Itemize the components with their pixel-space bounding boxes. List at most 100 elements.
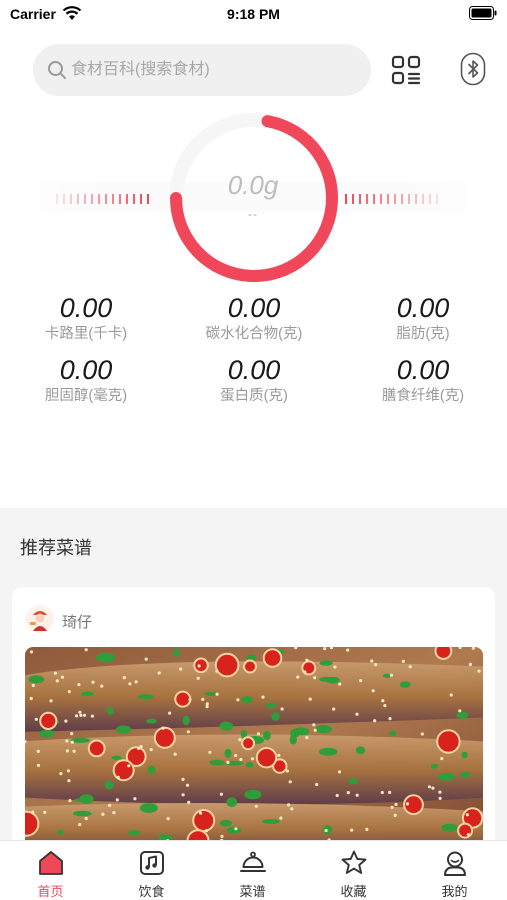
chili-slice [193, 657, 209, 674]
sesame-seed [365, 827, 369, 831]
sesame-seed [36, 763, 41, 767]
nutrition-calories: 0.00 卡路里(千卡) [6, 292, 166, 343]
sesame-seed [239, 757, 243, 762]
sesame-seed [112, 811, 116, 815]
sesame-seed [219, 792, 223, 796]
sesame-seed [205, 702, 209, 706]
scallion-piece [28, 675, 45, 684]
sesame-seed [149, 748, 153, 752]
scallion-piece [245, 762, 254, 768]
nutrition-value: 0.00 [59, 355, 113, 385]
sesame-seed [70, 732, 74, 736]
chili-slice [87, 739, 106, 758]
sesame-seed [313, 728, 317, 732]
sesame-seed [405, 802, 410, 806]
tab-profile[interactable]: 我的 [404, 841, 505, 900]
sesame-seed [308, 697, 312, 701]
author-name: 琦仔 [62, 614, 93, 631]
scallion-piece [438, 772, 455, 782]
scallion-piece [219, 819, 233, 827]
sesame-seed [67, 690, 71, 694]
nutrition-value: 0.00 [227, 355, 281, 385]
scallion-piece [355, 746, 366, 755]
author-avatar[interactable] [26, 605, 54, 633]
nutrition-value: 0.00 [59, 293, 113, 323]
sesame-seed [197, 664, 201, 668]
sesame-seed [199, 811, 203, 815]
scallion-piece [318, 747, 338, 756]
scallion-piece [348, 778, 359, 785]
search-bar[interactable] [33, 44, 371, 96]
nutrition-fiber: 0.00 膳食纤维(克) [343, 354, 503, 405]
recipe-photo[interactable] [25, 647, 483, 850]
sesame-seed [53, 671, 57, 675]
sesame-seed [78, 710, 82, 714]
sesame-seed [346, 791, 350, 795]
sesame-seed [323, 647, 327, 651]
nutrition-label: 脂肪(克) [396, 326, 450, 342]
sesame-seed [220, 834, 224, 838]
tab-recipes[interactable]: 菜谱 [202, 841, 303, 900]
sesame-seed [305, 736, 309, 740]
scallion-piece [115, 725, 132, 734]
chili-slice [153, 726, 176, 749]
bluetooth-icon[interactable] [458, 52, 488, 86]
profile-icon [444, 851, 466, 876]
sesame-seed [355, 712, 359, 716]
sesame-seed [127, 764, 131, 768]
battery-icon [469, 6, 497, 20]
sesame-seed [67, 779, 71, 783]
sesame-seed [438, 796, 442, 800]
sesame-seed [77, 683, 81, 687]
sesame-seed [359, 679, 363, 683]
scallion-piece [146, 718, 157, 724]
search-input[interactable] [71, 44, 351, 96]
sesame-seed [186, 730, 190, 734]
sesame-seed [65, 739, 69, 743]
sesame-seed [72, 749, 76, 753]
tab-home[interactable]: 首页 [0, 841, 101, 900]
sesame-seed [335, 793, 339, 798]
sesame-seed [188, 698, 192, 702]
scallion-piece [111, 755, 122, 760]
scallion-piece [461, 751, 468, 759]
scallion-piece [441, 823, 458, 832]
sesame-seed [226, 760, 230, 764]
scale-ticks-left [56, 194, 149, 204]
scallion-piece [241, 696, 253, 704]
sesame-seed [31, 683, 35, 687]
diet-icon [140, 851, 164, 875]
scallion-piece [182, 715, 190, 726]
scallion-piece [456, 711, 469, 719]
sesame-seed [312, 723, 316, 727]
recipe-card[interactable]: 琦仔 [12, 587, 495, 850]
sesame-seed [290, 807, 294, 811]
sesame-seed [388, 717, 392, 721]
sesame-seed [337, 770, 342, 774]
scallion-piece [263, 730, 271, 741]
scallion-piece [460, 771, 471, 778]
sesame-seed [161, 726, 165, 730]
sesame-seed [383, 704, 387, 708]
sesame-seed [91, 680, 95, 684]
scallion-piece [219, 721, 234, 731]
sesame-seed [380, 790, 384, 795]
chili-slice [174, 690, 192, 708]
sesame-seed [280, 707, 284, 711]
chili-slice [434, 647, 453, 660]
qr-scan-icon[interactable] [390, 54, 422, 86]
tab-favorites[interactable]: 收藏 [303, 841, 404, 900]
sesame-seed [466, 833, 470, 837]
scallion-piece [262, 819, 280, 824]
tab-diet[interactable]: 饮食 [101, 841, 202, 900]
sesame-seed [303, 670, 307, 674]
chili-slice [112, 759, 135, 782]
sesame-seed [84, 816, 88, 821]
sesame-seed [256, 732, 261, 736]
sesame-seed [371, 689, 375, 693]
nutrition-label: 胆固醇(毫克) [44, 388, 128, 404]
scallion-piece [319, 660, 333, 666]
sesame-seed [236, 698, 240, 702]
chili-slice [192, 809, 216, 832]
sesame-seed [201, 697, 205, 701]
